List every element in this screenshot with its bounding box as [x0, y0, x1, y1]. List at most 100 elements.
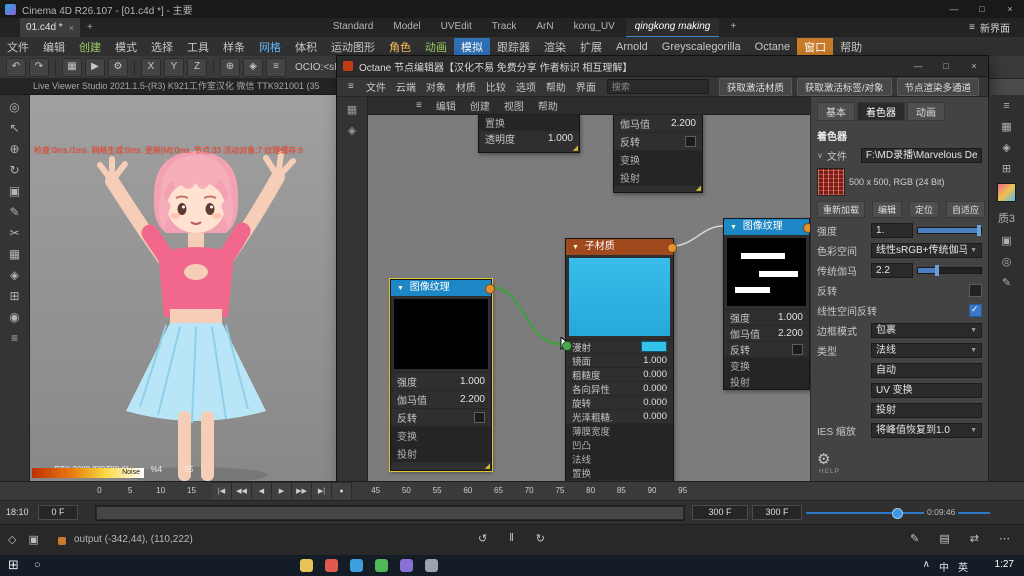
dock-icon[interactable]: ▦	[1001, 120, 1011, 133]
node-param-row[interactable]: 漫射	[566, 339, 673, 353]
octane-menu-item[interactable]: 云端	[391, 79, 421, 94]
menu-item[interactable]: 扩展	[573, 38, 609, 56]
render-icon[interactable]: ⚙	[108, 58, 128, 77]
canvas-menu-item[interactable]: 视图	[504, 98, 524, 113]
menu-item[interactable]: 跟踪器	[490, 38, 537, 56]
node-param-row[interactable]: 法线	[566, 451, 673, 465]
octane-menu-item[interactable]: 选项	[511, 79, 541, 94]
axis-toggle-button[interactable]: X	[141, 58, 161, 77]
projection-slot[interactable]: 投射	[871, 403, 982, 418]
power-slider[interactable]	[917, 227, 982, 234]
layout-tab[interactable]: qingkong making	[626, 18, 720, 38]
diffuse-input-port[interactable]	[562, 341, 572, 351]
start-button[interactable]: ⊞	[8, 557, 19, 573]
layout-tab[interactable]: +	[721, 18, 745, 38]
dock-icon[interactable]: ✎	[1002, 276, 1011, 289]
node-param-row[interactable]: 投射	[391, 444, 491, 462]
node-param-row[interactable]: 伽马值 2.200	[724, 325, 809, 341]
menu-item[interactable]: 编辑	[36, 38, 72, 56]
layout-tab[interactable]: ArN	[527, 18, 562, 38]
node-image-texture-right[interactable]: ▼ 图像纹理 强度	[723, 218, 810, 390]
hamburger-icon[interactable]: ≡	[343, 81, 359, 92]
node-param-row[interactable]: 置换	[566, 465, 673, 479]
status-tool-icon[interactable]: ✎	[910, 532, 919, 545]
menu-item[interactable]: 运动图形	[324, 38, 382, 56]
node-param-row[interactable]: 强度 1.000	[391, 372, 491, 390]
node-param-row[interactable]: 反转	[614, 132, 702, 150]
tool-dock-icon[interactable]: ◈	[10, 268, 19, 282]
tray-icon[interactable]: ∧	[923, 559, 930, 574]
tool-dock-icon[interactable]: ⊞	[9, 289, 19, 303]
invert-checkbox[interactable]	[969, 284, 982, 297]
attribute-button[interactable]: 自适应	[946, 201, 985, 218]
node-param-row[interactable]: 置换	[479, 115, 579, 130]
node-param-row[interactable]: 透明度 1.000	[479, 130, 579, 146]
node-header[interactable]: ▼ 图像纹理	[391, 280, 491, 296]
transport-button[interactable]: ▶▶	[292, 482, 312, 501]
strip-icon[interactable]: ◈	[348, 124, 356, 137]
node-param-row[interactable]: 强度 1.000	[724, 309, 809, 325]
menu-item[interactable]: 样条	[216, 38, 252, 56]
taskbar-app-icon[interactable]	[400, 559, 413, 572]
axis-toggle-button[interactable]: Z	[187, 58, 207, 77]
node-param-row[interactable]: 反转	[724, 341, 809, 357]
resize-handle[interactable]: ◢	[696, 185, 701, 193]
tool-dock-icon[interactable]: ↖	[9, 121, 19, 135]
menu-item[interactable]: 渲染	[537, 38, 573, 56]
node-param-row[interactable]: 凹凸	[566, 437, 673, 451]
frame-range-slider[interactable]	[95, 505, 685, 521]
layout-tab[interactable]: Model	[384, 18, 429, 38]
octane-action-button[interactable]: 获取激活材质	[719, 78, 792, 96]
node-param-row[interactable]: 变换	[724, 357, 809, 373]
ies-dropdown[interactable]: 将峰值恢复到1.0▼	[871, 423, 982, 438]
node-param-row[interactable]: 伽马值 2.200	[391, 390, 491, 408]
menu-item[interactable]: 模拟	[454, 38, 490, 56]
type-dropdown[interactable]: 法线▼	[871, 343, 982, 358]
canvas-menu-item[interactable]: 编辑	[436, 98, 456, 113]
redo-icon[interactable]: ↷	[29, 58, 49, 77]
node-header[interactable]: ▼ 图像纹理	[724, 219, 809, 235]
status-tool-icon[interactable]: ▤	[939, 532, 949, 545]
status-tool-icon[interactable]: ⋯	[999, 532, 1010, 545]
octane-menu-item[interactable]: 帮助	[541, 79, 571, 94]
menu-item[interactable]: Arnold	[609, 40, 655, 54]
file-path-field[interactable]: F:\MD录播\Marvelous Designe	[861, 148, 982, 163]
range-end-field-2[interactable]: 300 F	[752, 505, 802, 520]
menu-item[interactable]: Octane	[748, 40, 797, 54]
attribute-button[interactable]: 编辑	[872, 201, 902, 218]
render-control-icon[interactable]: ↺	[478, 532, 487, 545]
transport-button[interactable]: ●	[332, 482, 352, 501]
linear-invert-checkbox[interactable]	[969, 304, 982, 317]
status-icon[interactable]: ◇	[8, 533, 16, 546]
tray-icon[interactable]: 英	[958, 559, 968, 574]
add-tab-button[interactable]: +	[80, 22, 100, 33]
node-param-row[interactable]: 伽马值 2.200	[614, 115, 702, 132]
colorspace-dropdown[interactable]: 线性sRGB+传统伽马▼	[871, 243, 982, 258]
resize-handle[interactable]: ◢	[573, 145, 578, 153]
menu-item[interactable]: 文件	[0, 38, 36, 56]
taskbar-app-icon[interactable]	[375, 559, 388, 572]
node-param-row[interactable]: 变换	[614, 150, 702, 168]
layout-tab[interactable]: kong_UV	[565, 18, 624, 38]
octane-action-button[interactable]: 节点渲染多通道	[897, 78, 980, 96]
layout-tab[interactable]: Track	[483, 18, 526, 38]
dock-icon[interactable]: ◎	[1002, 255, 1012, 268]
maximize-button[interactable]: □	[968, 0, 996, 18]
layout-tab[interactable]: UVEdit	[432, 18, 481, 38]
range-end-field[interactable]: 300 F	[692, 505, 748, 520]
render-control-icon[interactable]: ↻	[536, 532, 545, 545]
help-widget[interactable]: ⚙ HELP	[817, 450, 982, 475]
material-thumbnail[interactable]	[997, 183, 1016, 202]
tool-icon[interactable]: ◈	[243, 58, 263, 77]
octane-titlebar[interactable]: Octane 节点编辑器【汉化不易 免费分享 作者标识 相互理解】 — □ ×	[337, 56, 988, 77]
gamma-slider[interactable]	[917, 267, 982, 274]
uv-transform-slot[interactable]: UV 变换	[871, 383, 982, 398]
render-icon[interactable]: ▶	[85, 58, 105, 77]
taskbar-app-icon[interactable]	[300, 559, 313, 572]
node-partial-displacement[interactable]: 置换 透明度 1.000 ◢	[478, 115, 580, 153]
output-port[interactable]	[803, 223, 810, 233]
tool-dock-icon[interactable]: ✂	[9, 226, 19, 240]
node-param-row[interactable]: 镜面 1.000	[566, 353, 673, 367]
layout-tab[interactable]: Standard	[324, 18, 383, 38]
collapse-caret-icon[interactable]: ∨	[817, 151, 823, 160]
